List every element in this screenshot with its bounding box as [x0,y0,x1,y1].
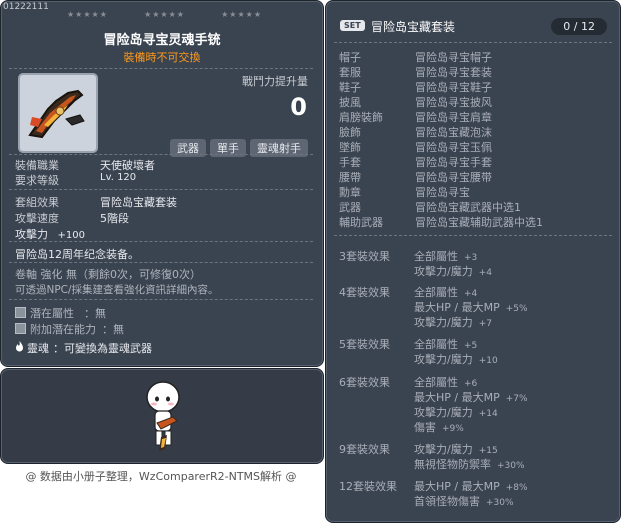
divider [9,68,313,69]
set-effect-line: 全部屬性 +6 [414,376,478,389]
additional-potential-row: 附加潛在能力 ：無 [15,321,124,337]
set-effect-line: 最大HP / 最大MP +5% [414,301,528,314]
set-effect-line: 全部屬性 +4 [414,286,478,299]
job-label: 裝備職業 [15,159,59,172]
attack-value: +100 [57,230,85,241]
set-effect-tier-label: 3套裝效果 [339,250,390,263]
potential-row: 潛在屬性 ：無 [15,305,106,321]
star-force-row: ★★★★★ ★★★★★ ★★★★★ [67,10,262,19]
item-description: 冒险岛12周年纪念装备。 [15,248,139,261]
set-piece: 鞋子 冒险岛寻宝鞋子 [339,81,492,94]
set-badge: SET [340,20,365,31]
soul-label: 靈魂 [27,342,49,355]
set-name: 冒险岛宝藏套装 [371,20,456,34]
attack-row: 攻擊力 +100 [15,226,85,242]
item-title: 冒险岛寻宝灵魂手铳 [103,33,221,48]
divider [334,42,612,43]
soul-value: ：可變換為靈魂武器 [53,342,152,355]
additional-potential-value: ：無 [102,323,124,336]
npc-info: 可透過NPC/採集建查看強化資訊詳細內容。 [15,284,219,296]
combat-power-value: 0 [290,93,307,121]
set-effect-line: 最大HP / 最大MP +8% [414,480,528,493]
set-piece: 肩膀裝飾 冒险岛寻宝肩章 [339,111,492,124]
potential-value: ：無 [84,307,106,320]
set-info-panel: SET 冒险岛宝藏套装 0 / 12 帽子 冒险岛寻宝帽子 套服 冒险岛寻宝套装 鞋… [325,0,621,523]
soul-shooter-weapon-icon [28,89,85,139]
set-effect-tier-label: 5套裝效果 [339,338,390,351]
soul-row: 靈魂 ：可變換為靈魂武器 [15,340,152,356]
job-row: 裝備職業 天使破壞者 [15,157,155,173]
set-effect-row: 套組效果 冒险岛宝藏套装 [15,194,177,210]
item-code: 01222111 [3,2,49,12]
set-effect-line: 攻擊力/魔力 +15 [414,443,498,456]
divider [334,235,612,236]
set-effect-label: 套組效果 [15,196,59,209]
potential-label: 潛在屬性 [30,307,74,320]
set-effect-value: 冒险岛宝藏套装 [100,196,177,209]
character-preview [0,368,324,464]
set-piece: 手套 冒险岛寻宝手套 [339,156,492,169]
set-effect-line: 攻擊力/魔力 +14 [414,406,498,419]
set-effect-line: 無視怪物防禦率 +30% [414,458,525,471]
job-value: 天使破壞者 [100,159,155,172]
set-effect-line: 攻擊力/魔力 +4 [414,265,492,278]
level-value: Lv. 120 [100,172,137,183]
set-piece: 墜飾 冒险岛寻宝玉佩 [339,141,492,154]
item-tooltip: 01222111 ★★★★★ ★★★★★ ★★★★★ 冒险岛寻宝灵魂手铳 裝備時… [0,0,324,367]
star-group-2: ★★★★★ [144,10,185,19]
attack-speed-value: 5階段 [100,212,129,225]
scroll-upgrade-info: 卷軸 強化 無（剩餘0次，可修復0次） [15,268,201,281]
divider [9,241,313,242]
character-avatar [146,381,180,451]
set-piece: 勳章 冒险岛寻宝 [339,186,470,199]
credit-line: @ 数据由小册子整理，WzComparerR2-NTMS解析 @ [25,470,297,483]
soul-flame-icon [15,341,24,355]
attack-speed-label: 攻擊速度 [15,212,59,225]
set-piece: 套服 冒险岛寻宝套装 [339,66,492,79]
set-piece: 腰帶 冒险岛寻宝腰带 [339,171,492,184]
star-group-1: ★★★★★ [67,10,108,19]
potential-square-icon [15,307,26,318]
set-piece: 披風 冒险岛寻宝披风 [339,96,492,109]
star-group-3: ★★★★★ [221,10,262,19]
set-effect-tier-label: 12套裝效果 [339,480,397,493]
set-piece: 輔助武器 冒险岛宝藏辅助武器中选1 [339,216,543,229]
level-label: 要求等級 [15,174,59,187]
set-effect-line: 首領怪物傷害 +30% [414,495,514,508]
divider [9,189,313,190]
set-effect-line: 攻擊力/魔力 +7 [414,316,492,329]
divider [9,262,313,263]
set-effect-line: 傷害 +9% [414,421,464,434]
attack-speed-row: 攻擊速度 5階段 [15,210,129,226]
combat-power-label: 戰鬥力提升量 [242,75,308,88]
additional-potential-square-icon [15,323,26,334]
level-row: 要求等級 Lv. 120 [15,172,136,188]
set-effect-line: 攻擊力/魔力 +10 [414,353,498,366]
divider [9,154,313,155]
trade-restriction: 裝備時不可交換 [123,51,201,64]
additional-potential-label: 附加潛在能力 [30,323,96,336]
set-effect-tier-label: 6套裝效果 [339,376,390,389]
set-piece: 帽子 冒险岛寻宝帽子 [339,51,492,64]
item-icon-slot[interactable] [18,73,98,153]
set-effect-line: 全部屬性 +3 [414,250,478,263]
set-effect-line: 全部屬性 +5 [414,338,478,351]
divider [9,299,313,300]
set-effect-line: 最大HP / 最大MP +7% [414,391,528,404]
set-count: 0 / 12 [551,18,607,35]
set-effect-tier-label: 9套裝效果 [339,443,390,456]
set-effect-tier-label: 4套裝效果 [339,286,390,299]
set-piece: 武器 冒险岛宝藏武器中选1 [339,201,521,214]
attack-label: 攻擊力 [15,228,48,241]
set-piece: 臉飾 冒险岛宝藏泡沫 [339,126,492,139]
